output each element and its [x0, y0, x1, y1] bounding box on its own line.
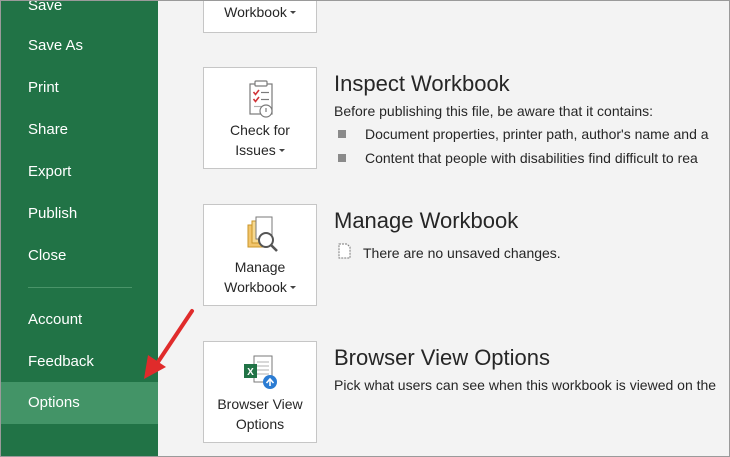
chevron-down-icon — [289, 285, 296, 289]
manage-workbook-title: Manage Workbook — [334, 208, 519, 233]
list-item: Content that people with disabilities fi… — [338, 148, 698, 168]
sidebar-item-print[interactable]: Print — [1, 67, 158, 109]
sidebar-divider — [28, 287, 132, 288]
svg-text:X: X — [247, 367, 254, 378]
backstage-sidebar: Save Save As Print Share Export Publish … — [1, 0, 158, 456]
sidebar-item-label: Share — [28, 121, 69, 138]
browser-view-options-icon: X — [204, 352, 316, 396]
bullet-icon — [338, 130, 346, 139]
info-pane: Workbook Check for Issues Inspect Workbo… — [158, 1, 729, 456]
chevron-down-icon — [278, 148, 285, 152]
sidebar-item-publish[interactable]: Publish — [1, 193, 158, 235]
sidebar-item-options[interactable]: Options — [1, 382, 158, 424]
tile-label-line1: Browser View — [217, 396, 303, 412]
annotation-arrow-icon — [144, 309, 194, 379]
sidebar-item-label: Account — [28, 311, 83, 328]
document-icon — [338, 243, 351, 264]
manage-workbook-icon — [204, 215, 316, 259]
sidebar-item-label: Export — [28, 163, 72, 180]
sidebar-item-label: Close — [28, 247, 67, 264]
sidebar-item-label: Publish — [28, 205, 78, 222]
tile-label-text: Issues — [235, 142, 276, 158]
list-item: There are no unsaved changes. — [338, 243, 561, 263]
sidebar-item-account[interactable]: Account — [1, 299, 158, 341]
sidebar-item-label: Save — [28, 0, 63, 14]
sidebar-item-save-as[interactable]: Save As — [1, 25, 158, 67]
status-text: There are no unsaved changes. — [363, 245, 561, 262]
tile-label-line2: Options — [235, 416, 285, 432]
backstage-window: Save Save As Print Share Export Publish … — [0, 0, 730, 457]
sidebar-item-save[interactable]: Save — [1, 0, 158, 27]
tile-label: Workbook — [204, 2, 316, 22]
check-for-issues-icon — [204, 78, 316, 122]
bullet-icon — [338, 154, 346, 163]
chevron-down-icon — [289, 10, 296, 14]
browser-view-options-description: Pick what users can see when this workbo… — [334, 377, 717, 393]
tile-label-text: Workbook — [224, 4, 287, 20]
tile-label-line1: Manage — [234, 259, 286, 275]
tile-label-line2: Workbook — [204, 277, 316, 297]
sidebar-item-close[interactable]: Close — [1, 235, 158, 277]
inspect-workbook-description: Before publishing this file, be aware th… — [334, 103, 654, 119]
sidebar-item-label: Options — [28, 394, 80, 411]
bullet-text: Document properties, printer path, autho… — [365, 126, 709, 142]
workbook-button-top[interactable]: Workbook — [203, 1, 317, 33]
sidebar-item-label: Print — [28, 79, 59, 96]
sidebar-item-export[interactable]: Export — [1, 151, 158, 193]
list-item: Document properties, printer path, autho… — [338, 124, 709, 144]
sidebar-item-label: Save As — [28, 37, 84, 54]
bullet-text: Content that people with disabilities fi… — [365, 150, 698, 166]
inspect-workbook-title: Inspect Workbook — [334, 71, 510, 96]
sidebar-item-share[interactable]: Share — [1, 109, 158, 151]
sidebar-item-label: Feedback — [28, 353, 94, 370]
browser-view-options-title: Browser View Options — [334, 345, 551, 370]
sidebar-item-feedback[interactable]: Feedback — [1, 341, 158, 383]
tile-label-line1: Check for — [230, 122, 290, 138]
tile-label-line2: Issues — [204, 140, 316, 160]
check-for-issues-button[interactable]: Check for Issues — [203, 67, 317, 169]
browser-view-options-button[interactable]: X Browser View Options — [203, 341, 317, 443]
tile-label-text: Workbook — [224, 279, 287, 295]
manage-workbook-button[interactable]: Manage Workbook — [203, 204, 317, 306]
